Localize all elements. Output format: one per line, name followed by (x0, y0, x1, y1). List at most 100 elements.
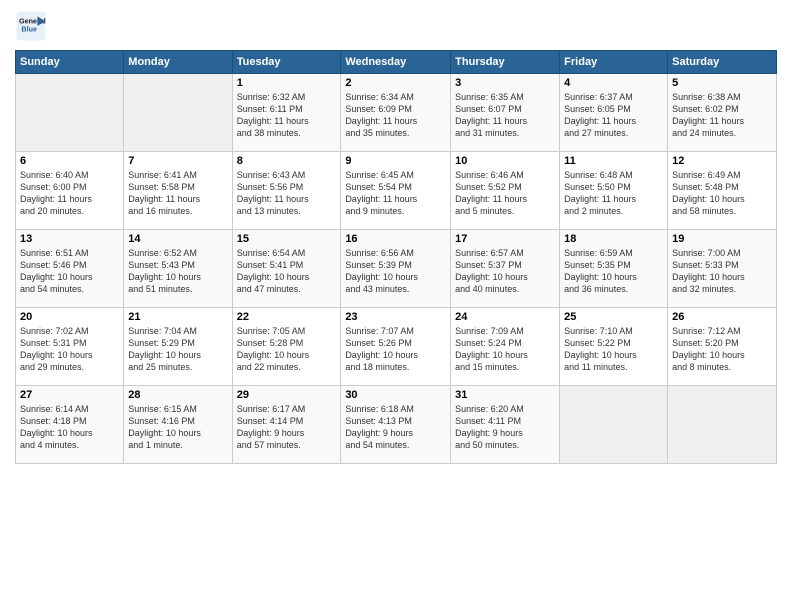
day-info: Sunrise: 6:52 AM Sunset: 5:43 PM Dayligh… (128, 247, 227, 296)
logo: General Blue (15, 10, 47, 42)
calendar-cell: 2 Sunrise: 6:34 AM Sunset: 6:09 PM Daylig… (341, 74, 451, 152)
day-info: Sunrise: 7:02 AM Sunset: 5:31 PM Dayligh… (20, 325, 119, 374)
calendar-cell: 16 Sunrise: 6:56 AM Sunset: 5:39 PM Dayli… (341, 230, 451, 308)
weekday-header-wednesday: Wednesday (341, 51, 451, 74)
weekday-header-tuesday: Tuesday (232, 51, 341, 74)
day-number: 9 (345, 155, 446, 167)
calendar-table: SundayMondayTuesdayWednesdayThursdayFrid… (15, 50, 777, 464)
day-number: 21 (128, 311, 227, 323)
day-info: Sunrise: 6:43 AM Sunset: 5:56 PM Dayligh… (237, 169, 337, 218)
day-number: 1 (237, 77, 337, 89)
header: General Blue (15, 10, 777, 42)
calendar-cell: 10Sunrise: 6:46 AM Sunset: 5:52 PM Dayli… (451, 152, 560, 230)
day-info: Sunrise: 7:05 AM Sunset: 5:28 PM Dayligh… (237, 325, 337, 374)
day-info: Sunrise: 6:34 AM Sunset: 6:09 PM Dayligh… (345, 91, 446, 140)
calendar-cell: 28 Sunrise: 6:15 AM Sunset: 4:16 PM Dayli… (124, 386, 232, 464)
day-info: Sunrise: 6:41 AM Sunset: 5:58 PM Dayligh… (128, 169, 227, 218)
day-info: Sunrise: 6:49 AM Sunset: 5:48 PM Dayligh… (672, 169, 772, 218)
calendar-cell: 12Sunrise: 6:49 AM Sunset: 5:48 PM Dayli… (668, 152, 777, 230)
day-number: 17 (455, 233, 555, 245)
day-number: 22 (237, 311, 337, 323)
calendar-cell: 8 Sunrise: 6:43 AM Sunset: 5:56 PM Daylig… (232, 152, 341, 230)
weekday-header-friday: Friday (560, 51, 668, 74)
day-info: Sunrise: 6:54 AM Sunset: 5:41 PM Dayligh… (237, 247, 337, 296)
day-number: 10 (455, 155, 555, 167)
day-info: Sunrise: 6:56 AM Sunset: 5:39 PM Dayligh… (345, 247, 446, 296)
day-info: Sunrise: 6:38 AM Sunset: 6:02 PM Dayligh… (672, 91, 772, 140)
calendar-cell: 22 Sunrise: 7:05 AM Sunset: 5:28 PM Dayli… (232, 308, 341, 386)
day-info: Sunrise: 7:09 AM Sunset: 5:24 PM Dayligh… (455, 325, 555, 374)
day-number: 3 (455, 77, 555, 89)
day-info: Sunrise: 6:15 AM Sunset: 4:16 PM Dayligh… (128, 403, 227, 452)
svg-text:Blue: Blue (21, 25, 37, 34)
day-number: 26 (672, 311, 772, 323)
weekday-header-monday: Monday (124, 51, 232, 74)
day-info: Sunrise: 6:51 AM Sunset: 5:46 PM Dayligh… (20, 247, 119, 296)
day-number: 2 (345, 77, 446, 89)
logo-icon: General Blue (15, 10, 47, 42)
calendar-cell: 4Sunrise: 6:37 AM Sunset: 6:05 PM Daylig… (560, 74, 668, 152)
calendar-cell: 20Sunrise: 7:02 AM Sunset: 5:31 PM Dayli… (16, 308, 124, 386)
page-container: General Blue SundayMondayTuesdayWednesda… (0, 0, 792, 474)
calendar-cell: 27 Sunrise: 6:14 AM Sunset: 4:18 PM Dayli… (16, 386, 124, 464)
day-info: Sunrise: 7:12 AM Sunset: 5:20 PM Dayligh… (672, 325, 772, 374)
day-number: 11 (564, 155, 663, 167)
day-number: 5 (672, 77, 772, 89)
weekday-header-thursday: Thursday (451, 51, 560, 74)
day-number: 19 (672, 233, 772, 245)
day-info: Sunrise: 6:45 AM Sunset: 5:54 PM Dayligh… (345, 169, 446, 218)
day-info: Sunrise: 6:40 AM Sunset: 6:00 PM Dayligh… (20, 169, 119, 218)
day-info: Sunrise: 6:32 AM Sunset: 6:11 PM Dayligh… (237, 91, 337, 140)
day-number: 30 (345, 389, 446, 401)
day-number: 13 (20, 233, 119, 245)
day-info: Sunrise: 6:59 AM Sunset: 5:35 PM Dayligh… (564, 247, 663, 296)
weekday-header-saturday: Saturday (668, 51, 777, 74)
day-number: 16 (345, 233, 446, 245)
calendar-cell: 24Sunrise: 7:09 AM Sunset: 5:24 PM Dayli… (451, 308, 560, 386)
day-info: Sunrise: 6:35 AM Sunset: 6:07 PM Dayligh… (455, 91, 555, 140)
day-info: Sunrise: 6:18 AM Sunset: 4:13 PM Dayligh… (345, 403, 446, 452)
day-number: 6 (20, 155, 119, 167)
calendar-week-5: 27 Sunrise: 6:14 AM Sunset: 4:18 PM Dayli… (16, 386, 777, 464)
day-info: Sunrise: 6:37 AM Sunset: 6:05 PM Dayligh… (564, 91, 663, 140)
calendar-cell: 31Sunrise: 6:20 AM Sunset: 4:11 PM Dayli… (451, 386, 560, 464)
calendar-cell (124, 74, 232, 152)
calendar-cell: 3 Sunrise: 6:35 AM Sunset: 6:07 PM Daylig… (451, 74, 560, 152)
calendar-cell: 23Sunrise: 7:07 AM Sunset: 5:26 PM Dayli… (341, 308, 451, 386)
day-number: 7 (128, 155, 227, 167)
day-number: 27 (20, 389, 119, 401)
calendar-cell: 15 Sunrise: 6:54 AM Sunset: 5:41 PM Dayli… (232, 230, 341, 308)
calendar-week-3: 13 Sunrise: 6:51 AM Sunset: 5:46 PM Dayli… (16, 230, 777, 308)
day-info: Sunrise: 7:07 AM Sunset: 5:26 PM Dayligh… (345, 325, 446, 374)
day-number: 28 (128, 389, 227, 401)
calendar-cell: 14Sunrise: 6:52 AM Sunset: 5:43 PM Dayli… (124, 230, 232, 308)
calendar-week-2: 6 Sunrise: 6:40 AM Sunset: 6:00 PM Daylig… (16, 152, 777, 230)
calendar-cell: 19Sunrise: 7:00 AM Sunset: 5:33 PM Dayli… (668, 230, 777, 308)
calendar-cell: 21Sunrise: 7:04 AM Sunset: 5:29 PM Dayli… (124, 308, 232, 386)
day-number: 15 (237, 233, 337, 245)
calendar-cell: 18 Sunrise: 6:59 AM Sunset: 5:35 PM Dayli… (560, 230, 668, 308)
calendar-cell: 13 Sunrise: 6:51 AM Sunset: 5:46 PM Dayli… (16, 230, 124, 308)
day-number: 8 (237, 155, 337, 167)
calendar-week-4: 20Sunrise: 7:02 AM Sunset: 5:31 PM Dayli… (16, 308, 777, 386)
calendar-cell: 9 Sunrise: 6:45 AM Sunset: 5:54 PM Daylig… (341, 152, 451, 230)
day-number: 25 (564, 311, 663, 323)
calendar-cell (560, 386, 668, 464)
day-number: 31 (455, 389, 555, 401)
calendar-cell: 26 Sunrise: 7:12 AM Sunset: 5:20 PM Dayli… (668, 308, 777, 386)
calendar-cell: 25 Sunrise: 7:10 AM Sunset: 5:22 PM Dayli… (560, 308, 668, 386)
day-info: Sunrise: 6:14 AM Sunset: 4:18 PM Dayligh… (20, 403, 119, 452)
calendar-cell: 5 Sunrise: 6:38 AM Sunset: 6:02 PM Daylig… (668, 74, 777, 152)
calendar-cell: 1 Sunrise: 6:32 AM Sunset: 6:11 PM Daylig… (232, 74, 341, 152)
calendar-week-1: 1 Sunrise: 6:32 AM Sunset: 6:11 PM Daylig… (16, 74, 777, 152)
day-info: Sunrise: 6:57 AM Sunset: 5:37 PM Dayligh… (455, 247, 555, 296)
day-info: Sunrise: 6:17 AM Sunset: 4:14 PM Dayligh… (237, 403, 337, 452)
weekday-header-sunday: Sunday (16, 51, 124, 74)
calendar-cell (668, 386, 777, 464)
day-number: 29 (237, 389, 337, 401)
day-info: Sunrise: 7:10 AM Sunset: 5:22 PM Dayligh… (564, 325, 663, 374)
calendar-cell: 29 Sunrise: 6:17 AM Sunset: 4:14 PM Dayli… (232, 386, 341, 464)
calendar-cell: 6 Sunrise: 6:40 AM Sunset: 6:00 PM Daylig… (16, 152, 124, 230)
day-number: 18 (564, 233, 663, 245)
calendar-cell: 11Sunrise: 6:48 AM Sunset: 5:50 PM Dayli… (560, 152, 668, 230)
